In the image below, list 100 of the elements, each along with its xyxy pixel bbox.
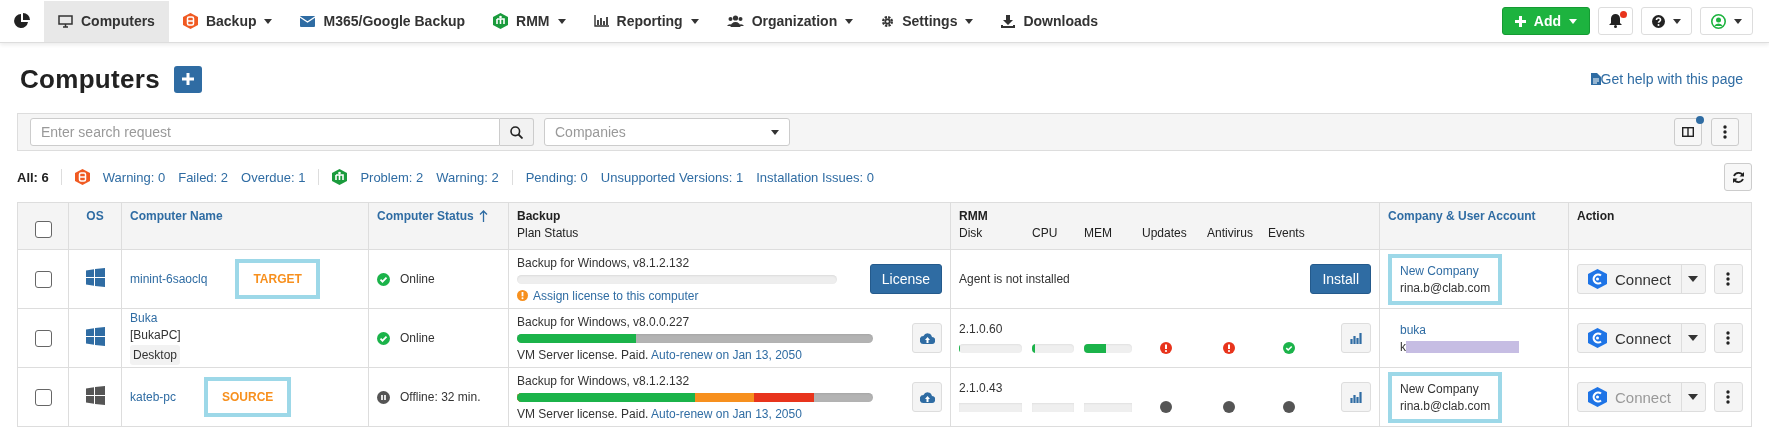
connect-logo-icon: [1588, 269, 1607, 289]
computer-status: Online: [400, 272, 435, 286]
filter-link[interactable]: Overdue: 1: [241, 169, 306, 185]
cloud-upload-icon: [919, 391, 935, 403]
plus-icon: [1514, 15, 1526, 27]
company-name[interactable]: buka: [1400, 322, 1519, 337]
search-button[interactable]: [500, 118, 534, 146]
filter-link[interactable]: Failed: 2: [178, 169, 229, 185]
monitor-icon: [58, 14, 73, 28]
download-icon: [1001, 14, 1016, 28]
select-all-checkbox[interactable]: [34, 220, 52, 238]
kebab-icon: [1726, 331, 1731, 345]
agent-status: Agent is not installed: [959, 272, 1070, 286]
column-subheader: Disk: [959, 226, 984, 240]
agent-version: 2.1.0.43: [959, 381, 1004, 395]
more-button[interactable]: [1711, 118, 1739, 146]
assign-license-link[interactable]: Assign license to this computer: [533, 288, 699, 303]
help-link[interactable]: Get help with this page: [1600, 71, 1743, 87]
upload-button[interactable]: [912, 382, 942, 412]
nav-tab[interactable]: Organization: [712, 0, 868, 42]
column-subheader: Plan Status: [517, 226, 580, 240]
plus-icon: [181, 73, 194, 85]
user-account: k: [1400, 339, 1406, 354]
backup-version: Backup for Windows, v8.0.0.227: [517, 314, 691, 329]
charts-button[interactable]: [1341, 382, 1371, 412]
auto-renew-link[interactable]: Auto-renew on Jan 13, 2050: [651, 406, 802, 421]
search-icon: [510, 125, 523, 139]
check-circle-icon: [377, 331, 390, 345]
row-checkbox[interactable]: [34, 329, 52, 347]
filter-link[interactable]: Unsupported Versions: 1: [600, 169, 744, 185]
charts-button[interactable]: [1341, 323, 1371, 353]
pause-circle-icon: [377, 390, 390, 404]
more-button[interactable]: [1713, 264, 1743, 294]
column-subheader: MEM: [1084, 226, 1113, 240]
computer-name-link[interactable]: Buka: [130, 311, 158, 325]
annotation-label: TARGET: [235, 259, 320, 299]
total-count: All: 6: [17, 169, 50, 185]
nav-tab[interactable]: Backup: [168, 0, 287, 42]
bar-chart-icon: [593, 15, 609, 27]
computer-name-link[interactable]: minint-6saoclq: [130, 272, 208, 286]
refresh-button[interactable]: [1724, 163, 1752, 191]
column-subheader: Updates: [1142, 226, 1188, 240]
usage-meter: [1032, 402, 1074, 412]
usage-meter: [1084, 402, 1132, 412]
more-button[interactable]: [1713, 323, 1743, 353]
license-info: VM Server license. Paid.: [517, 406, 649, 421]
bar-chart-icon: [1349, 391, 1363, 403]
column-subheader: Events: [1268, 226, 1306, 240]
filter-link[interactable]: Warning: 0: [102, 169, 166, 185]
user-account: rina.b@clab.com: [1400, 398, 1491, 413]
help-icon: [1652, 14, 1665, 28]
search-field[interactable]: Enter search request: [30, 118, 500, 146]
bell-icon: [1609, 14, 1622, 28]
caret-icon: [1734, 18, 1742, 24]
filter-link[interactable]: Warning: 2: [436, 169, 499, 185]
usage-meter: [959, 402, 1022, 412]
nav-tab[interactable]: Reporting: [579, 0, 713, 42]
company-name[interactable]: New Company: [1400, 263, 1491, 278]
column-subheader: CPU: [1032, 226, 1059, 240]
columns-button[interactable]: [1674, 118, 1702, 146]
hexagon-icon: [74, 169, 90, 185]
caret-icon: [771, 129, 779, 135]
column-header: Backup: [517, 209, 561, 223]
column-subheader: Antivirus: [1207, 226, 1254, 240]
column-header: RMM: [959, 209, 988, 223]
license-button[interactable]: License: [869, 264, 942, 294]
user-menu-button[interactable]: [1700, 7, 1753, 35]
nav-tab[interactable]: Downloads: [987, 0, 1113, 42]
caret-icon: [1673, 18, 1681, 24]
notifications-button[interactable]: [1598, 7, 1633, 35]
row-checkbox[interactable]: [34, 270, 52, 288]
settings-icon: [881, 14, 895, 28]
add-computer-button[interactable]: [173, 65, 202, 93]
column-header[interactable]: OS: [86, 209, 104, 223]
filter-link[interactable]: Installation Issues: 0: [756, 169, 874, 185]
caret-icon: [1688, 335, 1699, 341]
nav-tab[interactable]: RMM: [479, 0, 580, 42]
check-circle-icon: [377, 272, 390, 286]
filter-link[interactable]: Pending: 0: [525, 169, 588, 185]
caret-icon: [264, 18, 273, 24]
upload-button[interactable]: [912, 323, 942, 353]
caret-icon: [1688, 394, 1699, 400]
help-button[interactable]: [1641, 7, 1692, 35]
cloud-upload-icon: [919, 332, 935, 344]
pie-chart-icon: [14, 13, 30, 29]
computer-name-link[interactable]: kateb-pc: [130, 390, 177, 404]
kebab-icon: [1726, 272, 1731, 286]
auto-renew-link[interactable]: Auto-renew on Jan 13, 2050: [651, 347, 802, 362]
nav-tab[interactable]: M365/Google Backup: [286, 0, 480, 42]
backup-version: Backup for Windows, v8.1.2.132: [517, 255, 691, 270]
column-header[interactable]: Computer Name: [130, 209, 223, 223]
computer-status: Online: [400, 331, 435, 345]
row-checkbox[interactable]: [34, 388, 52, 406]
user-icon: [1711, 13, 1726, 29]
filter-link[interactable]: Problem: 2: [360, 169, 424, 185]
nav-tab[interactable]: Computers: [44, 0, 169, 42]
nav-tab[interactable]: Settings: [867, 0, 988, 42]
install-button[interactable]: Install: [1310, 264, 1371, 294]
backup-version: Backup for Windows, v8.1.2.132: [517, 373, 691, 388]
more-button[interactable]: [1713, 382, 1743, 412]
